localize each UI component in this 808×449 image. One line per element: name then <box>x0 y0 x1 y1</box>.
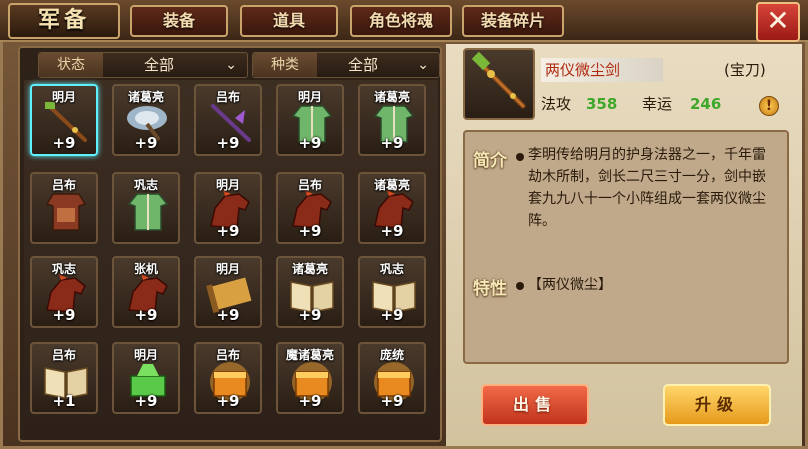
chevron-down-icon: ⌄ <box>225 57 237 73</box>
slot-owner-name: 巩志 <box>133 178 158 192</box>
slot-enhance-level: +9 <box>380 134 404 152</box>
stat-luck-value: 246 <box>690 95 722 113</box>
slot-enhance-level: +9 <box>216 134 240 152</box>
inventory-slot[interactable]: 明月 +9 <box>112 342 180 414</box>
slot-owner-name: 吕布 <box>297 178 322 192</box>
inventory-slot[interactable]: 吕布 <box>30 172 98 244</box>
inventory-slot[interactable]: 吕布 +9 <box>194 342 262 414</box>
slot-owner-name: 张机 <box>133 262 158 276</box>
close-button[interactable]: ✕ <box>756 2 800 42</box>
exclamation-icon[interactable]: ! <box>759 96 779 116</box>
inventory-slot[interactable]: 明月 +9 <box>194 172 262 244</box>
slot-enhance-level: +9 <box>380 392 404 410</box>
category-filter[interactable]: 种类 全部 ⌄ <box>252 52 440 78</box>
staff-icon <box>471 51 526 109</box>
slot-owner-name: 庞统 <box>379 348 404 362</box>
slot-owner-name: 诸葛亮 <box>373 178 410 192</box>
window-title: 军备 <box>8 3 120 39</box>
slot-enhance-level: +9 <box>134 134 158 152</box>
slot-enhance-level: +9 <box>216 306 240 324</box>
feature-text: 【两仪微尘】 <box>528 277 612 293</box>
slot-enhance-level: +9 <box>134 392 158 410</box>
inventory-slot[interactable]: 吕布 +1 <box>30 342 98 414</box>
bullet-icon <box>516 282 524 290</box>
inventory-slot[interactable]: 明月 +9 <box>30 84 98 156</box>
slot-owner-name: 吕布 <box>51 178 76 192</box>
stat-magic-attack-value: 358 <box>586 95 618 113</box>
category-filter-label: 种类 <box>253 53 317 77</box>
tab-equipment[interactable]: 装备 <box>130 5 228 37</box>
slot-enhance-level: +1 <box>52 392 76 410</box>
header-bar: 军备 装备 道具 角色将魂 装备碎片 ✕ <box>0 0 808 42</box>
item-type: (宝刀) <box>724 61 766 79</box>
status-filter-value: 全部 <box>143 56 174 74</box>
slot-enhance-level: +9 <box>298 392 322 410</box>
slot-owner-name: 诸葛亮 <box>291 262 328 276</box>
tab-equipment-fragments[interactable]: 装备碎片 <box>462 5 564 37</box>
chevron-down-icon: ⌄ <box>417 57 429 73</box>
slot-enhance-level: +9 <box>134 306 158 324</box>
intro-title: 简介 <box>473 151 507 171</box>
slot-owner-name: 明月 <box>133 348 158 362</box>
inventory-slot[interactable]: 巩志 +9 <box>30 256 98 328</box>
category-filter-value: 全部 <box>347 56 378 74</box>
tab-items[interactable]: 道具 <box>240 5 338 37</box>
slot-enhance-level: +9 <box>380 306 404 324</box>
inventory-slot[interactable]: 巩志 <box>112 172 180 244</box>
status-filter[interactable]: 状态 全部 ⌄ <box>38 52 248 78</box>
inventory-grid: 明月 +9 诸葛亮 +9 吕布 +9 明月 +9 诸葛亮 +9 吕布 巩志 明月 +9 吕布 +9 诸葛亮 +9 巩… <box>24 80 438 440</box>
slot-enhance-level: +9 <box>380 222 404 240</box>
bullet-icon <box>516 153 524 161</box>
selected-item-icon-frame <box>463 48 535 120</box>
slot-owner-name: 巩志 <box>51 262 76 276</box>
slot-enhance-level: +9 <box>298 306 322 324</box>
slot-enhance-level: +9 <box>52 134 76 152</box>
slot-owner-name: 明月 <box>215 262 240 276</box>
slot-owner-name: 明月 <box>51 90 76 104</box>
slot-owner-name: 明月 <box>215 178 240 192</box>
inventory-slot[interactable]: 诸葛亮 +9 <box>358 84 426 156</box>
intro-text: 李明传给明月的护身法器之一，千年雷劫木所制，剑长二尺三寸一分，剑中嵌套九九八十一… <box>528 147 766 229</box>
inventory-slot[interactable]: 诸葛亮 +9 <box>112 84 180 156</box>
inventory-slot[interactable]: 诸葛亮 +9 <box>276 256 344 328</box>
sell-button[interactable]: 出售 <box>481 384 589 426</box>
stat-luck-label: 幸运 <box>642 95 673 113</box>
inventory-slot[interactable]: 明月 +9 <box>276 84 344 156</box>
slot-owner-name: 吕布 <box>215 348 240 362</box>
slot-enhance-level: +9 <box>52 306 76 324</box>
close-x-icon: ✕ <box>766 4 790 37</box>
inventory-slot[interactable]: 吕布 +9 <box>194 84 262 156</box>
slot-owner-name: 吕布 <box>215 90 240 104</box>
inventory-slot[interactable]: 张机 +9 <box>112 256 180 328</box>
inventory-slot[interactable]: 魔诸葛亮 +9 <box>276 342 344 414</box>
inventory-panel: 状态 全部 ⌄ 种类 全部 ⌄ 明月 +9 诸葛亮 +9 吕布 +9 明月 +9 诸葛亮 +9 吕布… <box>18 46 442 442</box>
item-name: 两仪微尘剑 <box>541 58 663 82</box>
inventory-slot[interactable]: 巩志 +9 <box>358 256 426 328</box>
slot-enhance-level: +9 <box>298 222 322 240</box>
slot-owner-name: 魔诸葛亮 <box>285 348 334 362</box>
slot-owner-name: 巩志 <box>379 262 404 276</box>
slot-enhance-level: +9 <box>298 134 322 152</box>
slot-owner-name: 吕布 <box>51 348 76 362</box>
status-filter-label: 状态 <box>39 53 103 77</box>
feature-title: 特性 <box>473 279 507 299</box>
slot-owner-name: 明月 <box>297 90 322 104</box>
slot-owner-name: 诸葛亮 <box>127 90 164 104</box>
stat-magic-attack-label: 法攻 <box>541 95 572 113</box>
armor-icon <box>41 188 91 232</box>
inventory-slot[interactable]: 明月 +9 <box>194 256 262 328</box>
inventory-slot[interactable]: 庞统 +9 <box>358 342 426 414</box>
tab-hero-souls[interactable]: 角色将魂 <box>350 5 452 37</box>
upgrade-button[interactable]: 升级 <box>663 384 771 426</box>
slot-enhance-level: +9 <box>216 222 240 240</box>
inventory-slot[interactable]: 吕布 +9 <box>276 172 344 244</box>
robe-icon <box>123 188 173 232</box>
slot-owner-name: 诸葛亮 <box>373 90 410 104</box>
inventory-slot[interactable]: 诸葛亮 +9 <box>358 172 426 244</box>
slot-enhance-level: +9 <box>216 392 240 410</box>
